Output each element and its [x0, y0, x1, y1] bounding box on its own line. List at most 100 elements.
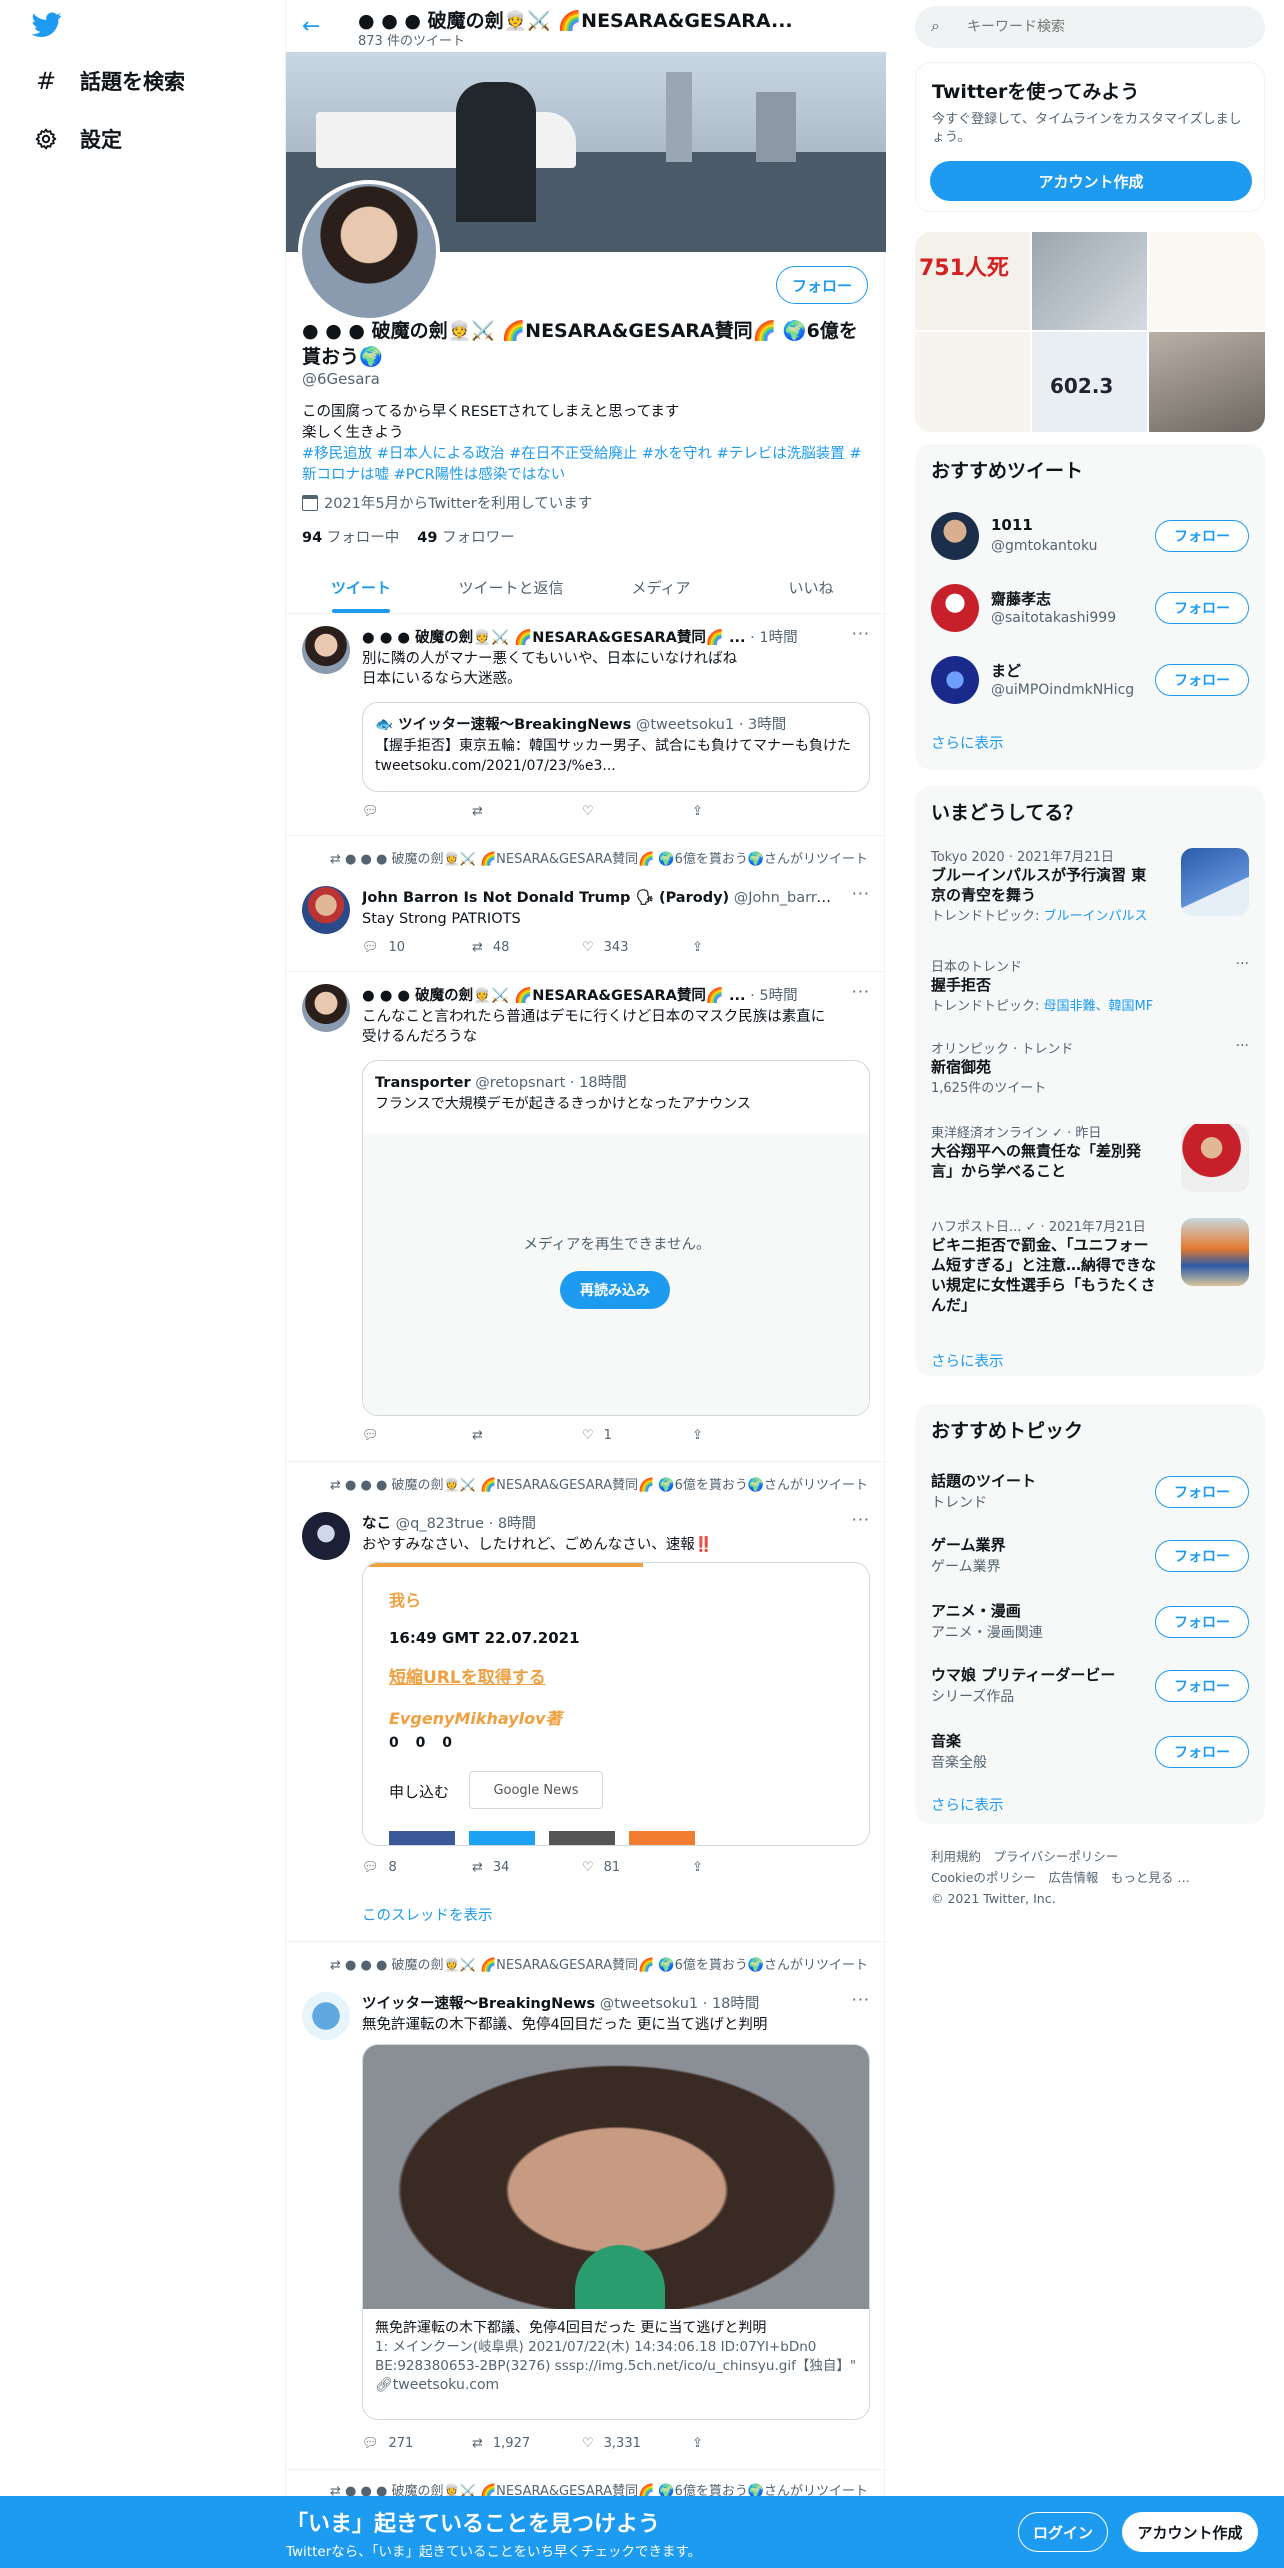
like-button[interactable]: ♡ 3,331 — [582, 2436, 692, 2451]
more-icon[interactable]: ··· — [1236, 956, 1249, 972]
tweet-author[interactable]: ● ● ● 破魔の劍👳⚔️ 🌈NESARA&GESARA賛同🌈 ... — [362, 988, 746, 1004]
tweet-time[interactable]: · 5時間 — [750, 988, 797, 1004]
like-button[interactable]: ♡ 1 — [582, 1428, 692, 1443]
retweet-note-text[interactable]: ● ● ● 破魔の劍👳⚔️ 🌈NESARA&GESARA賛同🌈 🌍6億を貰おう🌍… — [345, 1478, 868, 1493]
follow-button[interactable]: フォロー — [1155, 1540, 1249, 1572]
topic-item[interactable]: ゲーム業界 ゲーム業界 フォロー — [931, 1526, 1249, 1586]
suggestion-avatar[interactable] — [931, 656, 979, 704]
tweet[interactable]: ··· ● ● ● 破魔の劍👳⚔️ 🌈NESARA&GESARA賛同🌈 ... … — [286, 614, 886, 836]
media-thumb[interactable] — [1032, 232, 1147, 330]
share-icon[interactable] — [549, 1831, 615, 1845]
topic-item[interactable]: アニメ・漫画 アニメ・漫画関連 フォロー — [931, 1592, 1249, 1652]
topic-item[interactable]: 話題のツイート トレンド フォロー — [931, 1462, 1249, 1522]
media-thumb[interactable] — [1149, 332, 1265, 432]
suggestion-avatar[interactable] — [931, 584, 979, 632]
retweet-button[interactable]: ⇄ — [472, 804, 582, 819]
tab-tweets[interactable]: ツイート — [286, 562, 436, 613]
facebook-share-icon[interactable] — [389, 1831, 455, 1845]
retweet-button[interactable]: ⇄ 1,927 — [472, 2436, 582, 2451]
like-button[interactable]: ♡ 343 — [582, 940, 692, 955]
tweet-author[interactable]: John Barron Is Not Donald Trump 🗣 (Parod… — [362, 890, 729, 906]
media-thumb[interactable] — [915, 332, 1030, 432]
trend-thumbnail[interactable] — [1181, 1218, 1249, 1286]
twitter-logo-icon[interactable] — [31, 12, 62, 38]
reply-button[interactable]: 💬︎ 10 — [362, 940, 472, 955]
tweet[interactable]: ⇄ ● ● ● 破魔の劍👳⚔️ 🌈NESARA&GESARA賛同🌈 🌍6億を貰お… — [286, 1462, 886, 1942]
bio-hashtags[interactable]: #移民追放 #日本人による政治 #在日不正受給廃止 #水を守れ #テレビは洗脳装… — [302, 444, 870, 486]
retweet-button[interactable]: ⇄ — [472, 1428, 582, 1443]
media-thumb[interactable]: 751人死 — [915, 232, 1030, 330]
tab-tweets-replies[interactable]: ツイートと返信 — [436, 562, 586, 613]
suggestion-avatar[interactable] — [931, 512, 979, 560]
search-box[interactable]: ⌕ — [915, 6, 1265, 48]
topic-item[interactable]: 音楽 音楽全般 フォロー — [931, 1722, 1249, 1782]
tweet-avatar[interactable] — [302, 626, 350, 674]
more-icon[interactable]: ··· — [852, 624, 870, 643]
media-thumb[interactable] — [1149, 232, 1265, 330]
tweet-avatar[interactable] — [302, 1512, 350, 1560]
share-button[interactable]: ⇪ — [692, 1860, 802, 1875]
more-icon[interactable]: ··· — [1236, 1038, 1249, 1054]
tweet-handle-time[interactable]: @tweetsoku1 · 18時間 — [600, 1996, 760, 2012]
show-more-link[interactable]: さらに表示 — [931, 1794, 1004, 1815]
tweet-handle-time[interactable]: @John_barro... · 2時間 — [734, 890, 836, 906]
rss-icon[interactable] — [629, 1831, 695, 1845]
create-account-button[interactable]: アカウント作成 — [930, 161, 1252, 201]
nav-explore[interactable]: # 話題を検索 — [34, 66, 185, 96]
reply-button[interactable]: 💬︎ — [362, 804, 472, 819]
footer-line[interactable]: Cookieのポリシー 広告情報 もっと見る … — [931, 1867, 1190, 1888]
tweet-author[interactable]: ツイッター速報〜BreakingNews — [362, 1996, 595, 2012]
trend-thumbnail[interactable] — [1181, 848, 1249, 916]
trend-item[interactable]: Tokyo 2020 · 2021年7月21日 ブルーインパルスが予行演習 東京… — [931, 846, 1161, 924]
following-link[interactable]: 94 フォロー中 — [302, 526, 399, 547]
back-arrow-icon[interactable]: ← — [302, 14, 320, 39]
link-card[interactable]: 無免許運転の木下都議、免停4回目だった 更に当て逃げと判明 1: メインクーン(… — [362, 2044, 870, 2420]
suggestion-name[interactable]: 1011 — [991, 516, 1033, 534]
tweet-handle-time[interactable]: @q_823true · 8時間 — [396, 1516, 536, 1532]
follow-button[interactable]: フォロー — [776, 266, 868, 304]
more-icon[interactable]: ··· — [852, 1990, 870, 2009]
more-icon[interactable]: ··· — [852, 982, 870, 1001]
card-link[interactable]: 短縮URLを取得する — [389, 1663, 546, 1688]
signup-button[interactable]: アカウント作成 — [1122, 2512, 1258, 2552]
tweet-author[interactable]: なこ — [362, 1516, 391, 1532]
share-button[interactable]: ⇪ — [692, 2436, 802, 2451]
login-button[interactable]: ログイン — [1018, 2512, 1108, 2552]
profile-avatar[interactable] — [298, 180, 440, 322]
trend-item[interactable]: 東洋経済オンライン ✓ · 昨日 大谷翔平への無責任な「差別発言」から学べること — [931, 1122, 1161, 1181]
more-icon[interactable]: ··· — [852, 884, 870, 903]
tweet-author[interactable]: ● ● ● 破魔の劍👳⚔️ 🌈NESARA&GESARA賛同🌈 ... — [362, 630, 746, 646]
tab-media[interactable]: メディア — [586, 562, 736, 613]
suggestion-item[interactable]: まど @uiMPOindmkNHicg フォロー — [931, 650, 1249, 710]
trend-sub-link[interactable]: ブルーインパルス — [1044, 909, 1148, 924]
tweet-time[interactable]: · 1時間 — [750, 630, 797, 646]
trend-sub-link[interactable]: 母国非難、韓国MF — [1044, 999, 1154, 1014]
trend-thumbnail[interactable] — [1181, 1124, 1249, 1192]
suggestion-item[interactable]: 1011 @gmtokantoku フォロー — [931, 506, 1249, 566]
share-button[interactable]: ⇪ — [692, 940, 802, 955]
share-button[interactable]: ⇪ — [692, 1428, 802, 1443]
follow-button[interactable]: フォロー — [1155, 520, 1249, 552]
retweet-button[interactable]: ⇄ 34 — [472, 1860, 582, 1875]
followers-link[interactable]: 49 フォロワー — [417, 526, 514, 547]
like-button[interactable]: ♡ 81 — [582, 1860, 692, 1875]
quote-tweet[interactable]: Transporter @retopsnart · 18時間 フランスで大規模デ… — [362, 1060, 870, 1416]
show-more-link[interactable]: さらに表示 — [931, 732, 1004, 753]
more-icon[interactable]: ··· — [852, 1510, 870, 1529]
show-more-link[interactable]: さらに表示 — [931, 1350, 1004, 1371]
google-news-button[interactable]: Google News — [469, 1771, 603, 1809]
trend-item[interactable]: ハフポスト日... ✓ · 2021年7月21日 ビキニ拒否で罰金、「ユニフォー… — [931, 1216, 1161, 1315]
retweet-note-text[interactable]: ● ● ● 破魔の劍👳⚔️ 🌈NESARA&GESARA賛同🌈 🌍6億を貰おう🌍… — [345, 852, 868, 867]
tweet-avatar[interactable] — [302, 886, 350, 934]
suggestion-item[interactable]: 齋藤孝志 @saitotakashi999 フォロー — [931, 578, 1249, 638]
quote-tweet[interactable]: 🐟 ツイッター速報〜BreakingNews @tweetsoku1 · 3時間… — [362, 702, 870, 792]
topic-item[interactable]: ウマ娘 プリティーダービー シリーズ作品 フォロー — [931, 1656, 1249, 1716]
suggestion-name[interactable]: まど — [991, 660, 1021, 681]
follow-button[interactable]: フォロー — [1155, 664, 1249, 696]
retweet-note-text[interactable]: ● ● ● 破魔の劍👳⚔️ 🌈NESARA&GESARA賛同🌈 🌍6億を貰おう🌍… — [345, 1958, 868, 1973]
retweet-button[interactable]: ⇄ 48 — [472, 940, 582, 955]
search-input[interactable] — [967, 14, 1247, 40]
tweet[interactable]: ⇄ ● ● ● 破魔の劍👳⚔️ 🌈NESARA&GESARA賛同🌈 🌍6億を貰お… — [286, 836, 886, 972]
follow-button[interactable]: フォロー — [1155, 1476, 1249, 1508]
tweet[interactable]: ··· ● ● ● 破魔の劍👳⚔️ 🌈NESARA&GESARA賛同🌈 ... … — [286, 972, 886, 1462]
